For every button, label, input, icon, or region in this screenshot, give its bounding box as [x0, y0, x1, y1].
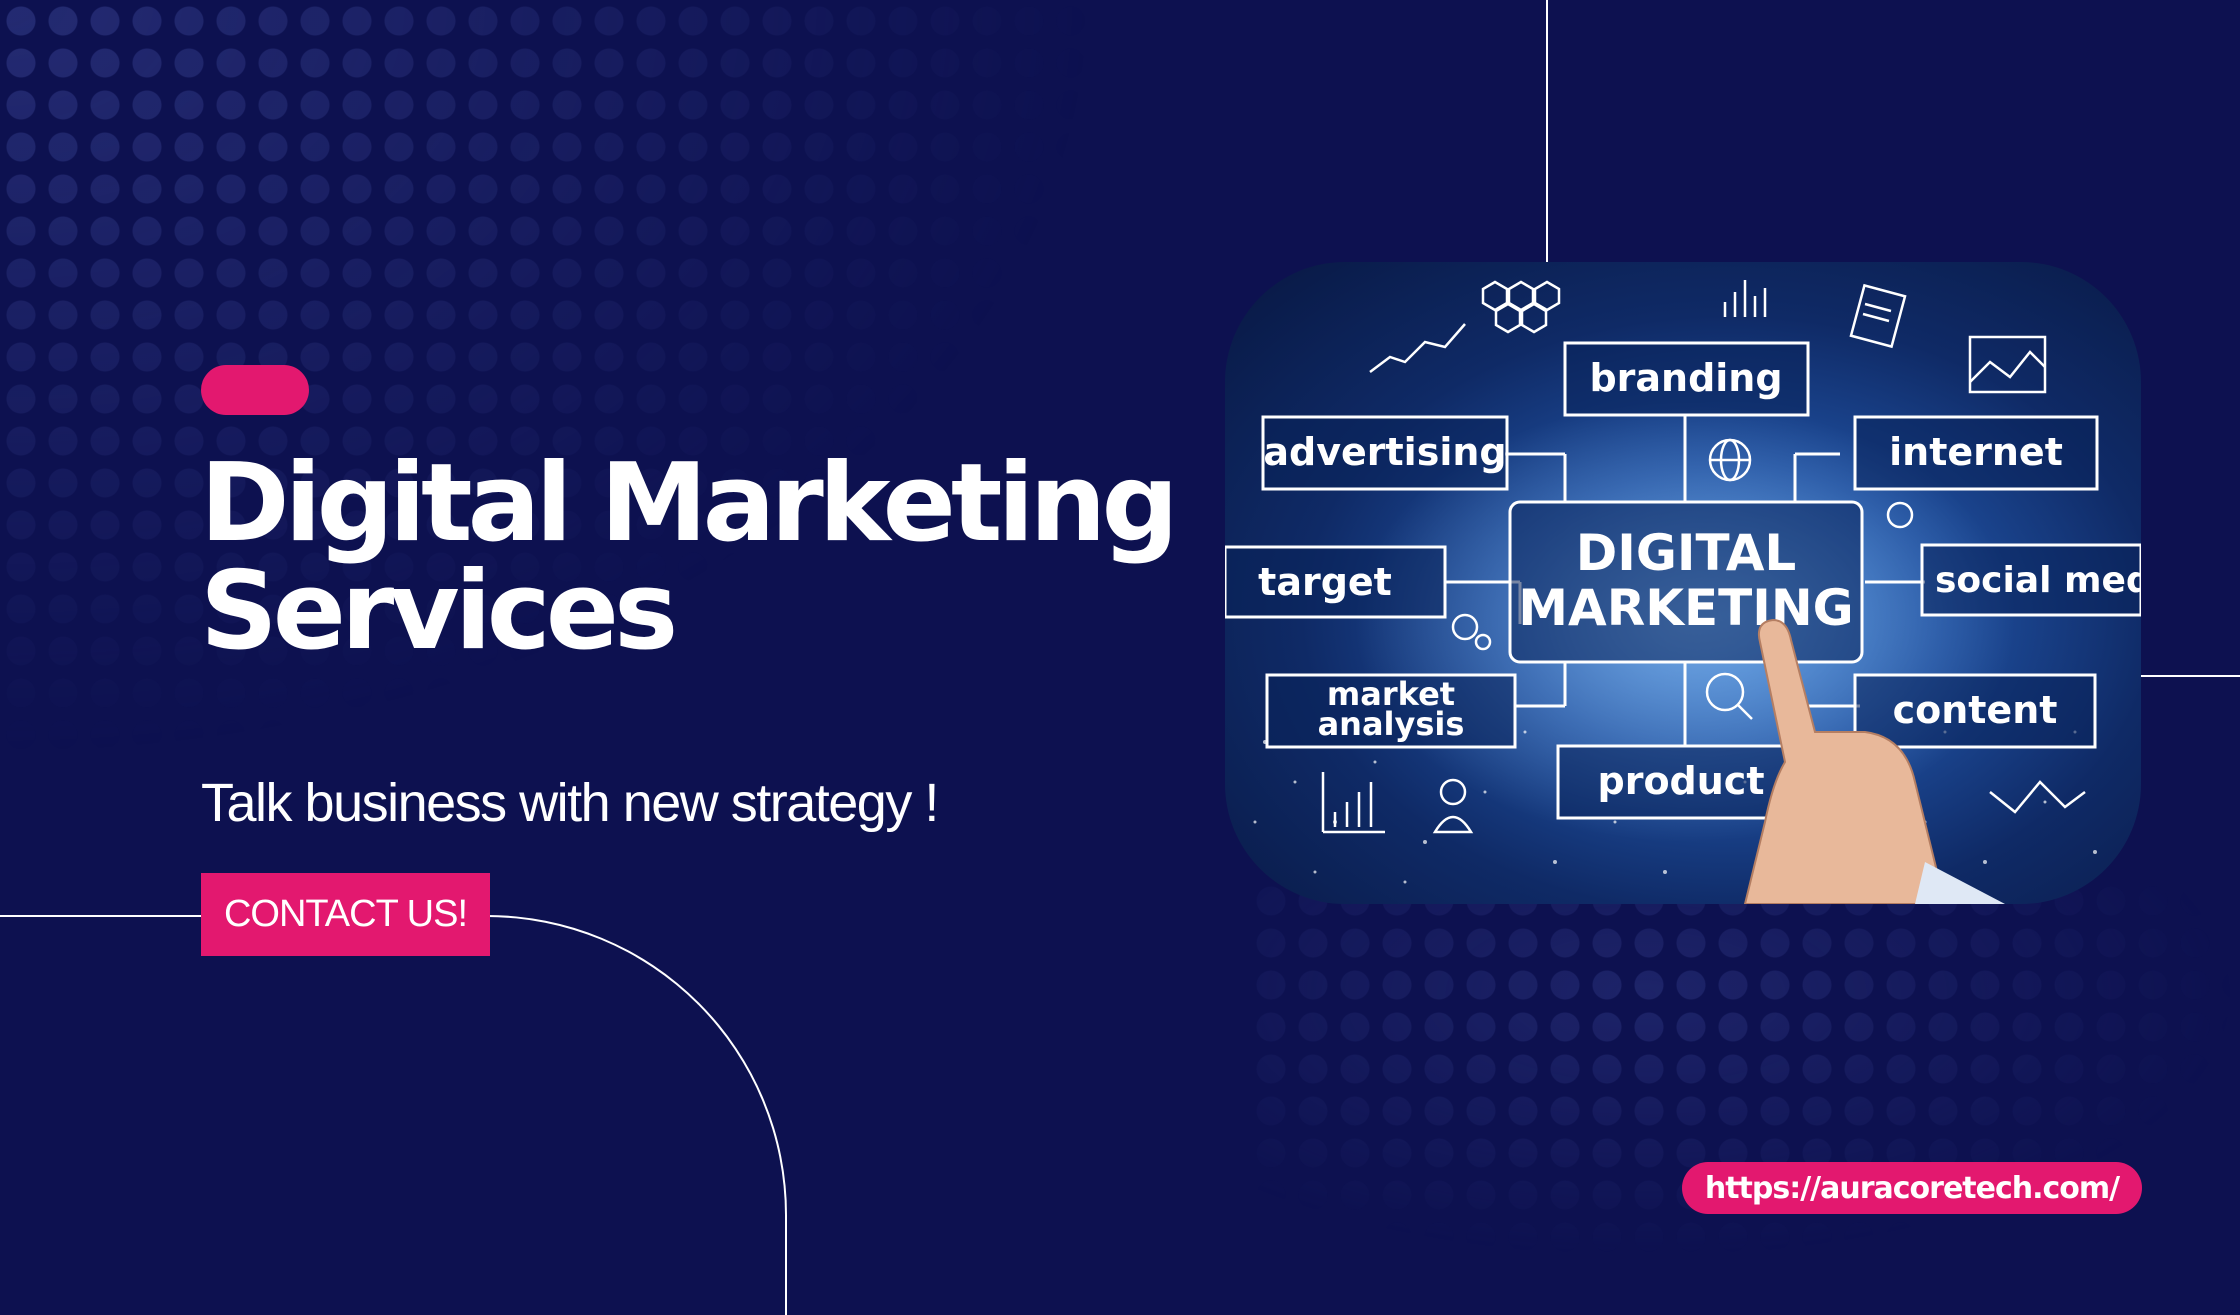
horizontal-line-right	[2141, 675, 2240, 677]
accent-pill	[201, 365, 309, 415]
label-product: product	[1598, 759, 1765, 803]
label-content: content	[1893, 688, 2058, 732]
vertical-divider-line	[1546, 0, 1548, 262]
title-line-2: Services	[200, 549, 678, 674]
label-internet: internet	[1889, 430, 2063, 474]
trend-chart-icon	[1369, 323, 1466, 373]
title-line-1: Digital Marketing	[200, 441, 1179, 566]
center-label-line-2: MARKETING	[1518, 579, 1853, 637]
label-analysis: analysis	[1318, 705, 1465, 743]
center-label-line-1: DIGITAL	[1576, 524, 1797, 582]
page-title: Digital Marketing Services	[200, 441, 1179, 674]
label-social-media: social medi	[1935, 560, 2141, 601]
line-graph-icon	[1968, 335, 2047, 394]
label-branding: branding	[1589, 356, 1782, 400]
website-url-link[interactable]: https://auracoretech.com/	[1682, 1162, 2142, 1214]
tagline: Talk business with new strategy !	[201, 773, 939, 833]
network-icon	[1989, 780, 2086, 814]
label-advertising: advertising	[1263, 430, 1506, 474]
curved-line	[487, 915, 787, 1315]
contact-us-button[interactable]: CONTACT US!	[201, 873, 490, 956]
digital-marketing-illustration: branding advertising internet target soc…	[1225, 262, 2141, 904]
horizontal-line-left	[0, 915, 201, 917]
user-icon	[1432, 778, 1474, 834]
hexagon-cluster-icon	[1481, 280, 1561, 334]
growth-chart-icon	[1321, 772, 1385, 834]
document-icon	[1849, 283, 1907, 349]
label-target: target	[1258, 560, 1392, 604]
bar-chart-icon	[1723, 280, 1767, 317]
